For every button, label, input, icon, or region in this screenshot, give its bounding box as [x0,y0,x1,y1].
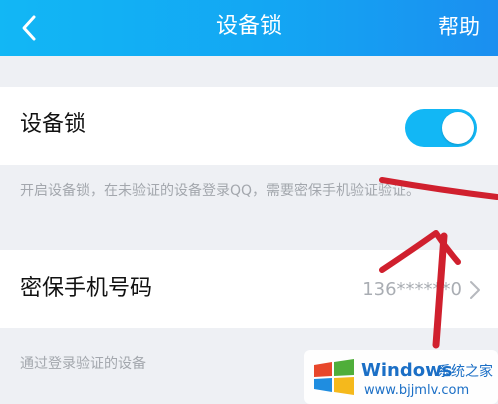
page-title: 设备锁 [215,14,282,39]
security-phone-label: 密保手机号码 [20,276,153,301]
watermark-brand-cn: 系统之家 [437,364,493,380]
title-bar: 设备锁 帮助 [0,0,498,56]
device-lock-row: 设备锁 [0,87,498,165]
toggle-knob [442,112,474,144]
watermark-url: www.bjjmlv.com [364,383,470,398]
screen: 设备锁 帮助 设备锁 开启设备锁，在未验证的设备登录QQ，需要密保手机验证验证。… [0,0,498,404]
chevron-right-icon [470,281,480,299]
security-phone-value: 136******0 [362,279,462,300]
windows-logo-icon [310,355,358,399]
device-lock-label: 设备锁 [20,112,87,137]
security-phone-row[interactable]: 密保手机号码 136******0 [0,250,498,328]
device-lock-description: 开启设备锁，在未验证的设备登录QQ，需要密保手机验证验证。 [20,183,421,199]
device-lock-toggle[interactable] [405,109,477,147]
help-button[interactable]: 帮助 [438,12,480,42]
red-arrow-annotation [379,177,498,349]
watermark: Windows 系统之家 www.bjjmlv.com [304,350,498,404]
